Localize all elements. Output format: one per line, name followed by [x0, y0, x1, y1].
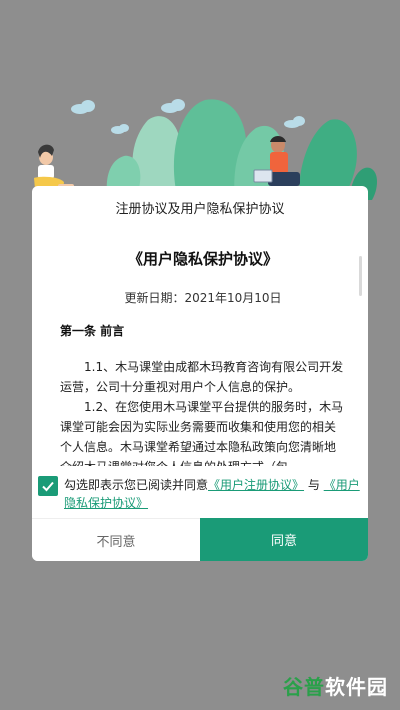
- agreement-row: 勾选即表示您已阅读并同意《用户注册协议》 与 《用户隐私保护协议》: [38, 476, 360, 516]
- doc-title: 《用户隐私保护协议》: [127, 250, 278, 268]
- privacy-dialog: 注册协议及用户隐私保护协议 《用户隐私保护协议》 更新日期：2021年10月10…: [32, 186, 368, 561]
- scrollbar-thumb[interactable]: [359, 256, 362, 296]
- agreement-connector: 与: [307, 478, 320, 492]
- agreement-prefix: 勾选即表示您已阅读并同意: [64, 478, 209, 492]
- header-illustration: [34, 99, 377, 200]
- check-icon: [42, 481, 54, 492]
- agree-checkbox[interactable]: [38, 476, 58, 496]
- disagree-button[interactable]: 不同意: [32, 518, 200, 561]
- paragraph: 1.2、在您使用木马课堂平台提供的服务时，木马课堂可能会因为实际业务需要而收集和…: [60, 400, 344, 466]
- section-title: 第一条 前言: [60, 324, 125, 338]
- paragraph: 1.1、木马课堂由成都木玛教育咨询有限公司开发运营，公司十分重视对用户个人信息的…: [60, 360, 344, 394]
- policy-content[interactable]: 《用户隐私保护协议》 更新日期：2021年10月10日 第一条 前言 1.1、木…: [60, 244, 346, 466]
- watermark-part1: 谷普: [283, 675, 325, 699]
- agree-button[interactable]: 同意: [200, 518, 368, 561]
- updated-date: 更新日期：2021年10月10日: [124, 291, 282, 305]
- dialog-title: 注册协议及用户隐私保护协议: [115, 202, 285, 217]
- watermark-part2: 软件园: [325, 675, 388, 699]
- agreement-text: 勾选即表示您已阅读并同意《用户注册协议》 与 《用户隐私保护协议》: [64, 476, 360, 512]
- registration-agreement-link[interactable]: 《用户注册协议》: [208, 478, 304, 492]
- watermark-logo: 谷普软件园: [283, 671, 388, 700]
